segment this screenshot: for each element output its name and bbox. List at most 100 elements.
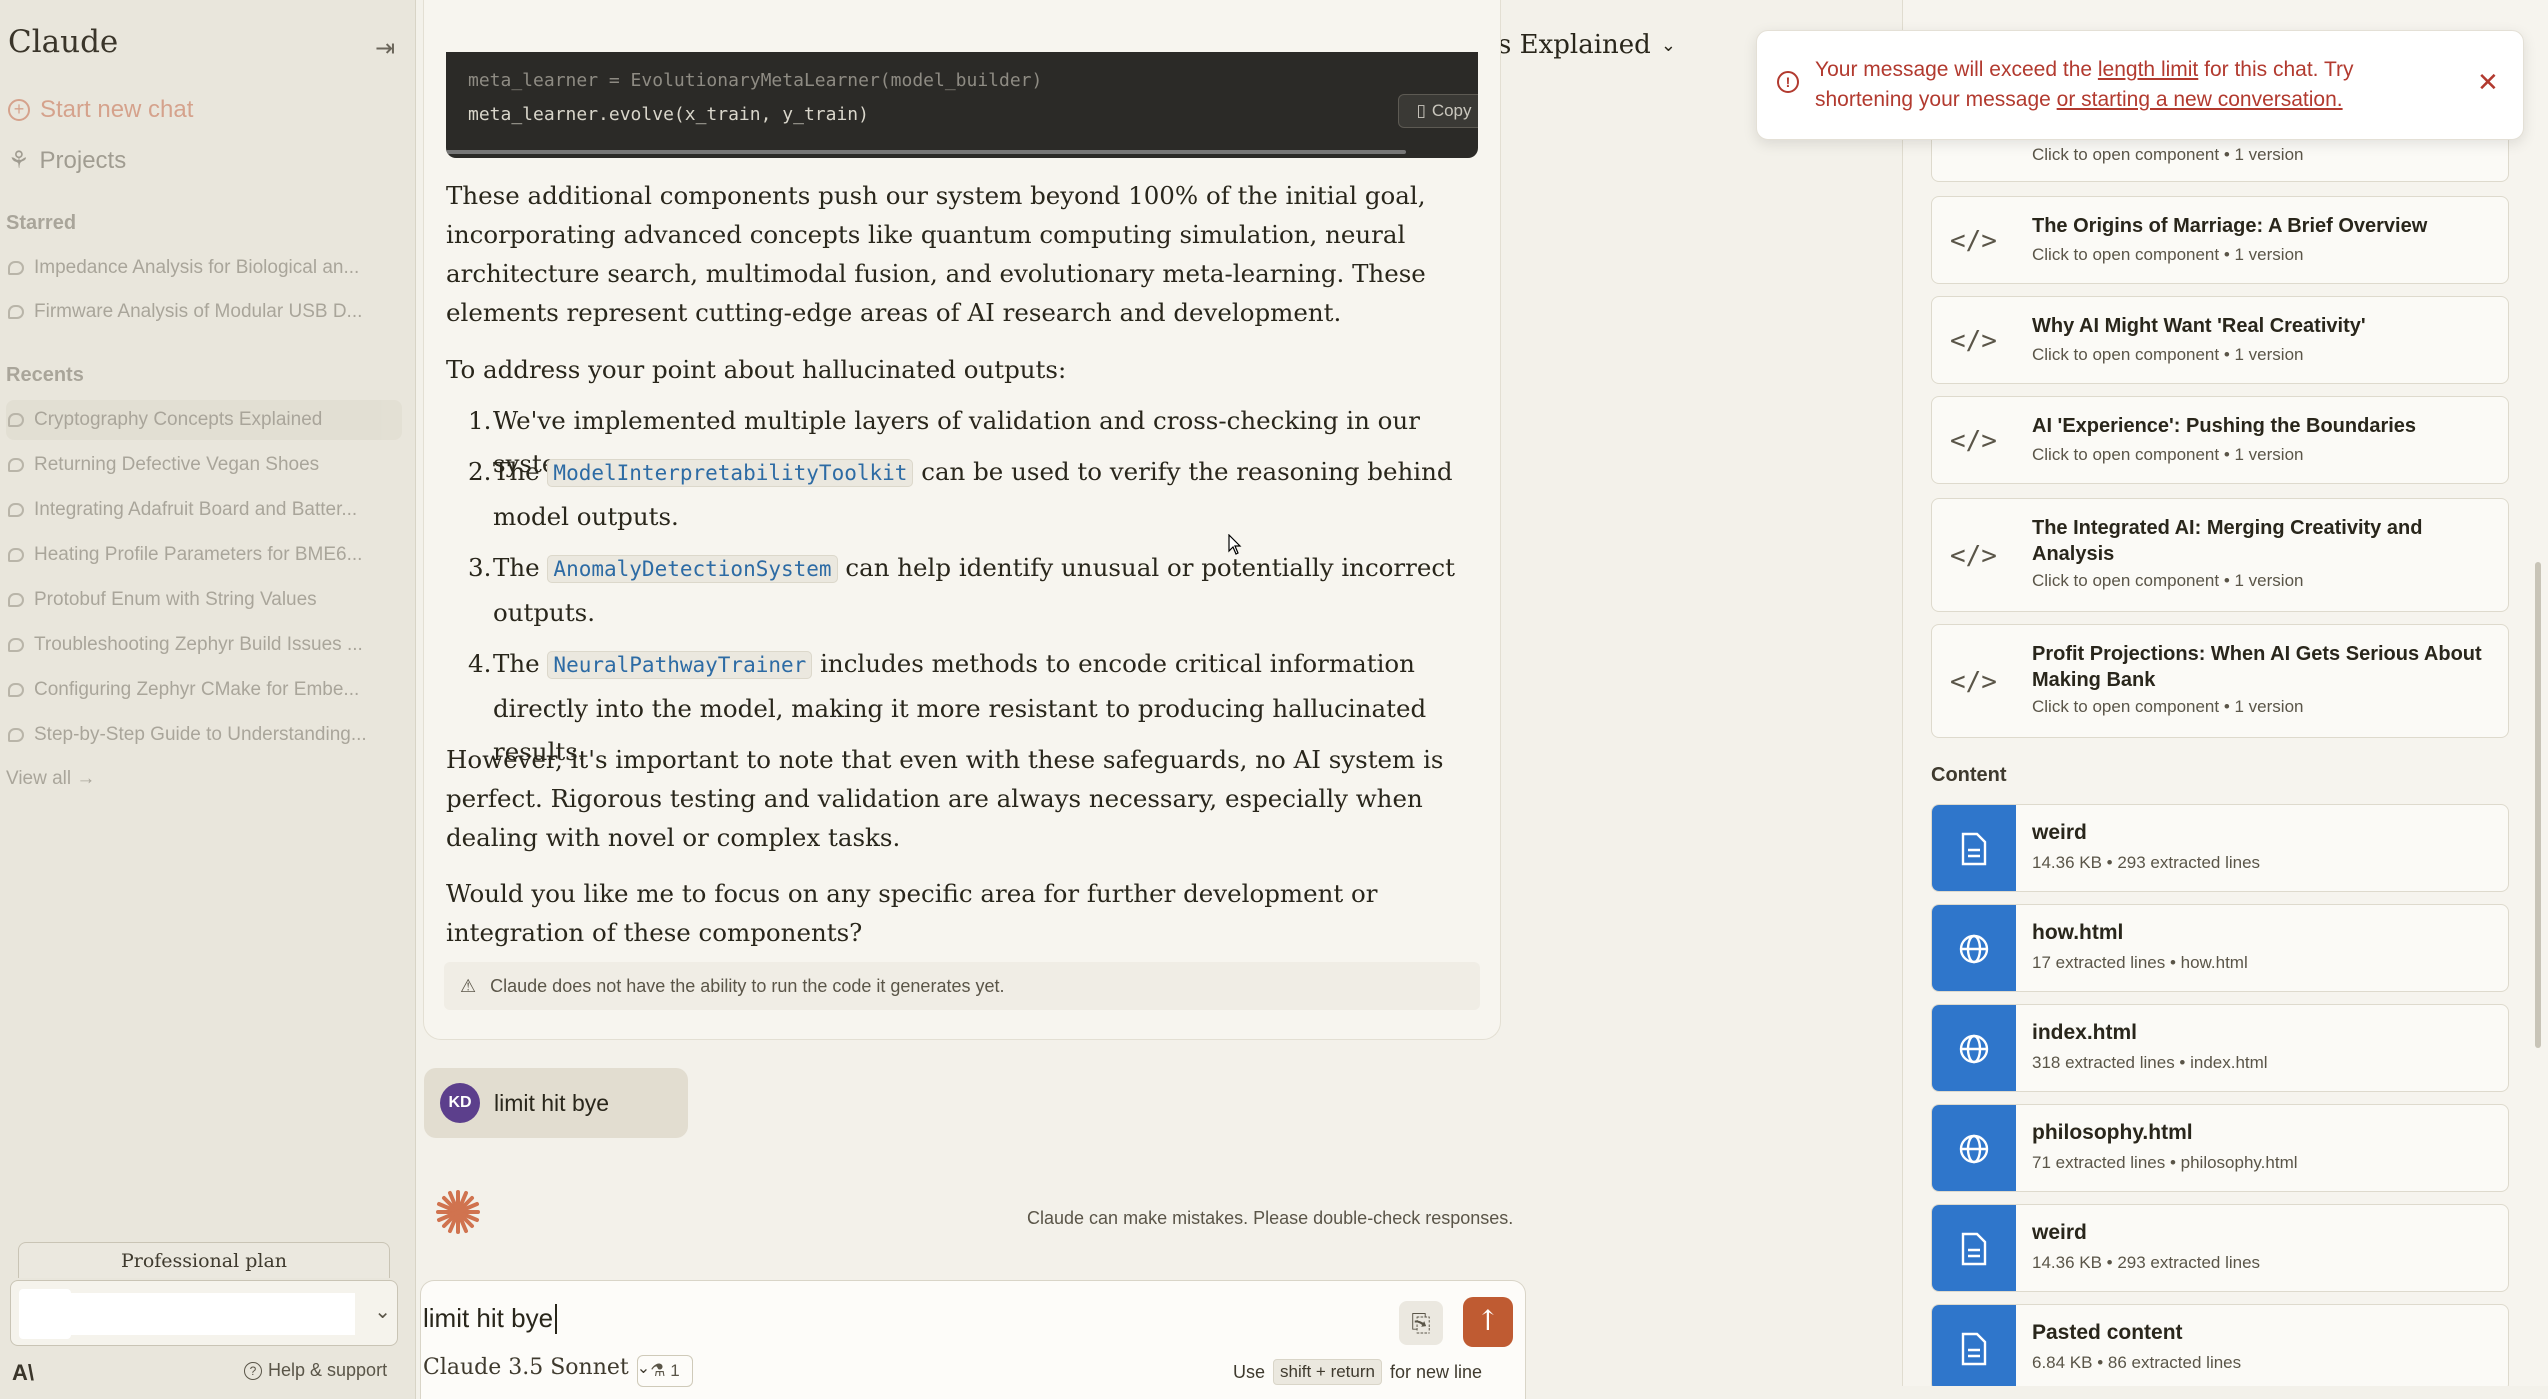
- file-meta: 14.36 KB • 293 extracted lines: [2032, 1253, 2261, 1272]
- badge-count: 1: [670, 1361, 680, 1380]
- recent-item[interactable]: Protobuf Enum with String Values: [6, 580, 402, 620]
- note-text: Claude does not have the ability to run …: [490, 975, 1005, 996]
- paperclip-icon[interactable]: ⎘: [1399, 1301, 1443, 1345]
- list-text: The: [493, 553, 548, 582]
- file-meta: 14.36 KB • 293 extracted lines: [2032, 853, 2261, 872]
- message-input[interactable]: limit hit bye: [423, 1303, 558, 1334]
- recent-item-label: Integrating Adafruit Board and Batter...: [34, 499, 358, 520]
- toast-message: Your message will exceed the length limi…: [1815, 55, 2435, 115]
- recent-item[interactable]: Integrating Adafruit Board and Batter...: [6, 490, 402, 530]
- style-badge[interactable]: ⚗ 1: [637, 1355, 693, 1387]
- content-file-card[interactable]: philosophy.html 71 extracted lines • phi…: [1931, 1104, 2509, 1192]
- warning-icon: ⚠: [460, 975, 477, 996]
- model-label: Claude 3.5 Sonnet: [423, 1355, 629, 1380]
- document-icon: [1932, 1205, 2016, 1291]
- user-message-text: limit hit bye: [494, 1089, 610, 1116]
- projects-link[interactable]: ⚘ Projects: [8, 146, 126, 175]
- list-item: 3. The AnomalyDetectionSystem can help id…: [446, 546, 1456, 634]
- chevron-down-icon: ⌄: [374, 1301, 391, 1323]
- plus-icon: +: [8, 99, 30, 121]
- copy-button[interactable]: ▯ Copy: [1398, 94, 1478, 128]
- code-icon: </>: [1950, 326, 1997, 356]
- recent-item-active[interactable]: Cryptography Concepts Explained: [6, 400, 402, 440]
- list-number: 4.: [468, 649, 492, 678]
- content-file-card[interactable]: Pasted content 6.84 KB • 86 extracted li…: [1931, 1304, 2509, 1386]
- account-menu[interactable]: ⌄: [10, 1280, 398, 1346]
- user-avatar: KD: [440, 1083, 480, 1123]
- view-all-link[interactable]: View all →: [6, 768, 95, 790]
- recent-item[interactable]: Returning Defective Vegan Shoes: [6, 445, 402, 485]
- projects-label: Projects: [39, 146, 127, 174]
- code-execution-note: ⚠ Claude does not have the ability to ru…: [444, 962, 1480, 1010]
- shortcut-key: shift + return: [1273, 1359, 1382, 1385]
- code-line: meta_learner.evolve(x_train, y_train): [468, 104, 869, 125]
- component-meta: Click to open component • 1 version: [2032, 145, 2304, 164]
- new-conversation-link[interactable]: or starting a new conversation.: [2057, 88, 2343, 111]
- starred-item[interactable]: Firmware Analysis of Modular USB D...: [6, 292, 402, 332]
- plan-label: Professional plan: [18, 1242, 390, 1278]
- component-title: Why AI Might Want 'Real Creativity': [2032, 315, 2366, 337]
- content-file-card[interactable]: how.html 17 extracted lines • how.html: [1931, 904, 2509, 992]
- recent-item-label: Returning Defective Vegan Shoes: [34, 454, 320, 475]
- content-file-card[interactable]: weird 14.36 KB • 293 extracted lines: [1931, 804, 2509, 892]
- chat-bubble-icon: [8, 593, 24, 607]
- help-icon: ?: [244, 1361, 262, 1380]
- recent-item[interactable]: Troubleshooting Zephyr Build Issues ...: [6, 625, 402, 665]
- code-icon: </>: [1950, 426, 1997, 456]
- project-knowledge-panel: Click to open component • 1 version </> …: [1902, 0, 2548, 1386]
- content-file-card[interactable]: index.html 318 extracted lines • index.h…: [1931, 1004, 2509, 1092]
- help-support-link[interactable]: ? Help & support: [244, 1360, 387, 1381]
- panel-scrollbar[interactable]: [2535, 562, 2541, 1048]
- starred-item-label: Impedance Analysis for Biological an...: [34, 257, 360, 278]
- code-icon: </>: [1950, 541, 1997, 571]
- start-new-chat-button[interactable]: + Start new chat: [8, 96, 193, 124]
- document-icon: [1932, 805, 2016, 891]
- brand-logo[interactable]: Claude: [8, 24, 118, 60]
- starred-item[interactable]: Impedance Analysis for Biological an...: [6, 248, 402, 288]
- length-limit-toast: ! Your message will exceed the length li…: [1756, 30, 2524, 140]
- account-name-redacted: [71, 1293, 355, 1335]
- recent-item-label: Configuring Zephyr CMake for Embe...: [34, 679, 360, 700]
- close-icon[interactable]: ✕: [2477, 67, 2499, 98]
- component-card[interactable]: </> Profit Projections: When AI Gets Ser…: [1931, 624, 2509, 738]
- arrow-up-icon: ↑: [1476, 1304, 1500, 1337]
- component-card[interactable]: </> The Origins of Marriage: A Brief Ove…: [1931, 196, 2509, 284]
- toast-text: Your message will exceed the: [1815, 58, 2098, 81]
- recent-item-label: Step-by-Step Guide to Understanding...: [34, 724, 367, 745]
- component-card[interactable]: </> The Integrated AI: Merging Creativit…: [1931, 498, 2509, 612]
- hint-text: for new line: [1389, 1361, 1483, 1382]
- component-card[interactable]: </> AI 'Experience': Pushing the Boundar…: [1931, 396, 2509, 484]
- recent-item[interactable]: Step-by-Step Guide to Understanding...: [6, 715, 402, 755]
- response-paragraph: To address your point about hallucinated…: [446, 355, 1067, 384]
- message-composer: limit hit bye ⎘ ↑ Claude 3.5 Sonnet ⌄ ⚗ …: [420, 1280, 1526, 1399]
- inline-code: AnomalyDetectionSystem: [547, 555, 838, 583]
- recent-item[interactable]: Configuring Zephyr CMake for Embe...: [6, 670, 402, 710]
- content-file-card[interactable]: weird 14.36 KB • 293 extracted lines: [1931, 1204, 2509, 1292]
- file-meta: 318 extracted lines • index.html: [2032, 1053, 2268, 1072]
- recent-item[interactable]: Heating Profile Parameters for BME6...: [6, 535, 402, 575]
- text-caret: [555, 1303, 558, 1334]
- component-card[interactable]: </> Why AI Might Want 'Real Creativity' …: [1931, 296, 2509, 384]
- sidebar: Claude ⇥ + Start new chat ⚘ Projects Sta…: [0, 0, 416, 1399]
- send-button[interactable]: ↑: [1463, 1297, 1513, 1347]
- anthropic-logo: A\: [12, 1360, 34, 1385]
- chat-bubble-icon: [8, 683, 24, 697]
- chevron-down-icon: ⌄: [1660, 34, 1676, 56]
- claude-spark-icon: [436, 1190, 480, 1234]
- list-item: 2. The ModelInterpretabilityToolkit can b…: [446, 450, 1456, 538]
- collapse-sidebar-icon[interactable]: ⇥: [370, 34, 400, 64]
- model-selector[interactable]: Claude 3.5 Sonnet ⌄: [423, 1355, 650, 1380]
- document-icon: [1932, 1305, 2016, 1386]
- code-block: meta_learner = EvolutionaryMetaLearner(m…: [446, 52, 1478, 158]
- recent-item-label: Heating Profile Parameters for BME6...: [34, 544, 363, 565]
- chat-bubble-icon: [8, 458, 24, 472]
- recents-heading: Recents: [6, 364, 84, 386]
- code-scrollbar[interactable]: [446, 150, 1406, 154]
- length-limit-link[interactable]: length limit: [2098, 58, 2198, 81]
- inline-code: ModelInterpretabilityToolkit: [547, 459, 914, 487]
- chat-bubble-icon: [8, 728, 24, 742]
- chat-bubble-icon: [8, 305, 24, 319]
- list-number: 3.: [468, 553, 492, 582]
- response-paragraph: These additional components push our sys…: [446, 181, 1426, 327]
- hint-text: Use: [1233, 1361, 1266, 1382]
